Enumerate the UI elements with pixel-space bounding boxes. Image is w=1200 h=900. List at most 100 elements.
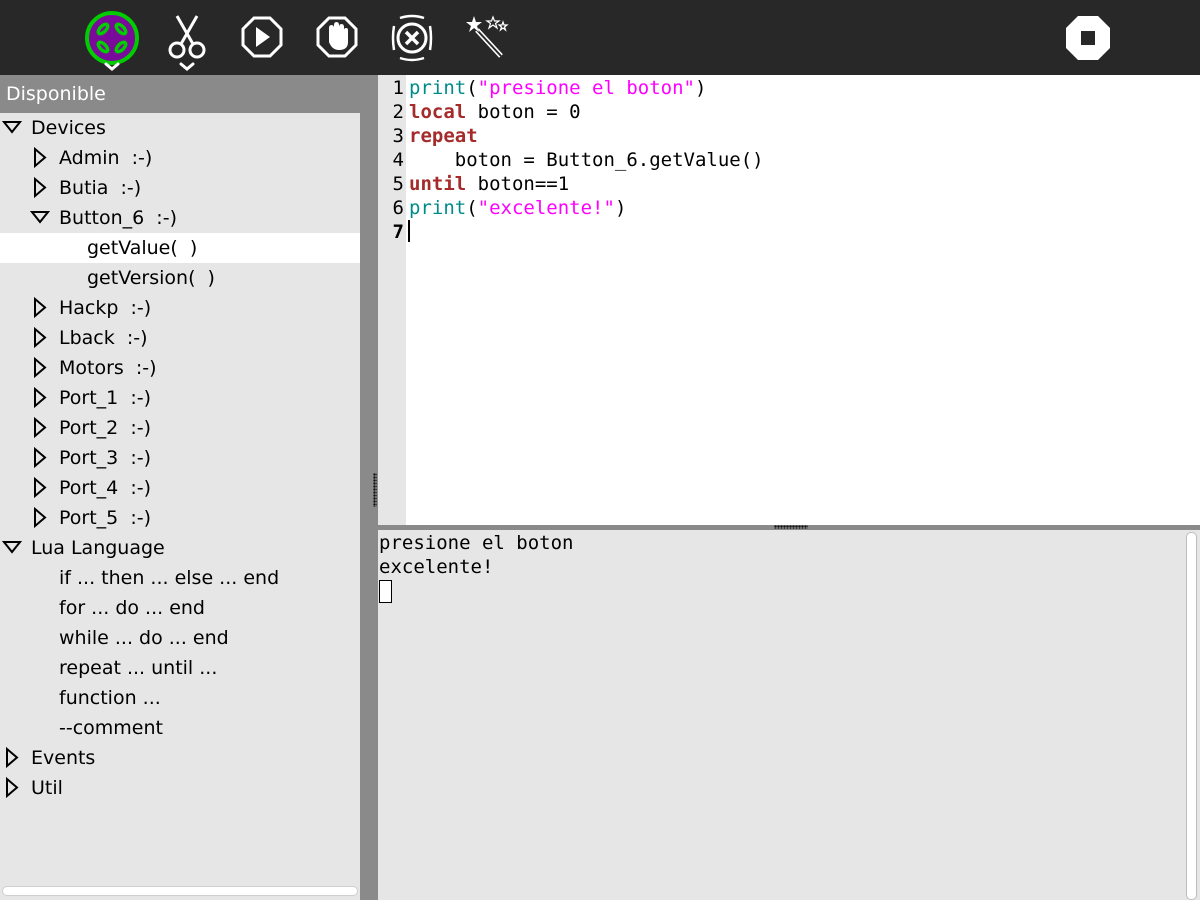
edit-button[interactable] (157, 8, 217, 71)
tree-item-label: Events (31, 747, 96, 769)
tree-item[interactable]: Port_1 :-) (0, 383, 360, 413)
tree-item-label: getVersion( ) (87, 267, 215, 289)
tree-item-label: Button_6 :-) (59, 207, 177, 229)
code-token: ( (466, 197, 478, 219)
tree-item-label: Util (31, 777, 63, 799)
tree-item[interactable]: Hackp :-) (0, 293, 360, 323)
expander-closed-icon[interactable] (30, 413, 50, 443)
expander-closed-icon[interactable] (2, 743, 22, 773)
magic-button[interactable] (457, 8, 517, 68)
stop-button[interactable] (307, 8, 367, 68)
tree-item[interactable]: Devices (0, 113, 360, 143)
clear-button[interactable] (382, 8, 442, 68)
tree-item-label: Hackp :-) (59, 297, 152, 319)
palette-tree: Devices Admin :-) Butia :-) Button_6 :-) get… (0, 113, 360, 883)
tree-item[interactable]: function ... (0, 683, 360, 713)
expander-closed-icon[interactable] (30, 293, 50, 323)
code-token: repeat (409, 125, 478, 147)
expander-closed-icon[interactable] (30, 173, 50, 203)
expander-closed-icon[interactable] (30, 503, 50, 533)
tree-item[interactable]: Motors :-) (0, 353, 360, 383)
tree-item-label: getValue( ) (87, 237, 198, 259)
tree-item[interactable]: --comment (0, 713, 360, 743)
tree-item-label: Motors :-) (59, 357, 157, 379)
tree-item-label: Lback :-) (59, 327, 148, 349)
tree-item-label: if ... then ... else ... end (59, 567, 280, 589)
tree-item[interactable]: getVersion( ) (0, 263, 360, 293)
tree-item-label: Port_4 :-) (59, 477, 152, 499)
splitter-grip (373, 473, 377, 507)
code-token: "excelente!" (477, 197, 615, 219)
scissors-icon (168, 15, 206, 71)
run-button[interactable] (232, 8, 292, 68)
tree-item-label: Admin :-) (59, 147, 153, 169)
sidebar-horizontal-scrollbar[interactable] (2, 886, 358, 896)
tree-item[interactable]: Port_5 :-) (0, 503, 360, 533)
code-line[interactable]: boton = Button_6.getValue() (409, 148, 764, 172)
sidebar: Disponible Devices Admin :-) Butia :-) Butt… (0, 75, 372, 900)
tree-item[interactable]: Port_2 :-) (0, 413, 360, 443)
tree-item[interactable]: Admin :-) (0, 143, 360, 173)
tree-item[interactable]: for ... do ... end (0, 593, 360, 623)
code-line[interactable]: print("excelente!") (409, 196, 626, 220)
tree-item[interactable]: Util (0, 773, 360, 803)
tree-item-label: --comment (59, 717, 163, 739)
tree-item[interactable]: Button_6 :-) (0, 203, 360, 233)
output-console[interactable]: presione el boton excelente! (378, 530, 1200, 900)
tree-item[interactable]: while ... do ... end (0, 623, 360, 653)
code-token: until (409, 173, 467, 195)
tree-item[interactable]: Lua Language (0, 533, 360, 563)
tree-item-label: Port_1 :-) (59, 387, 152, 409)
expander-closed-icon[interactable] (30, 473, 50, 503)
expander-open-icon[interactable] (2, 113, 22, 143)
line-number-gutter: 1234567 (378, 75, 406, 525)
line-number: 3 (392, 125, 404, 147)
code-token: ) (614, 197, 627, 219)
tree-item-label: while ... do ... end (59, 627, 229, 649)
expander-closed-icon[interactable] (30, 143, 50, 173)
tree-item-label: Port_2 :-) (59, 417, 152, 439)
code-editor[interactable]: 1234567 print("presione el boton") local … (378, 75, 1200, 525)
code-token: boton==1 (466, 173, 570, 195)
expander-open-icon[interactable] (2, 533, 22, 563)
tree-item[interactable]: Port_4 :-) (0, 473, 360, 503)
line-number: 2 (392, 101, 404, 123)
line-number: 6 (392, 197, 404, 219)
tree-item-label: Port_5 :-) (59, 507, 152, 529)
quit-button[interactable] (1058, 8, 1118, 68)
console-scrollbar[interactable] (1186, 532, 1197, 900)
console-line: excelente! (379, 556, 494, 578)
code-token: ( (466, 77, 478, 99)
code-line[interactable]: repeat (409, 124, 478, 148)
expander-closed-icon[interactable] (30, 443, 50, 473)
tree-item-label: Port_3 :-) (59, 447, 152, 469)
code-line[interactable]: print("presione el boton") (409, 76, 706, 100)
magic-wand-icon (466, 15, 509, 58)
tree-item-label: for ... do ... end (59, 597, 205, 619)
expander-open-icon[interactable] (30, 203, 50, 233)
tree-item[interactable]: Events (0, 743, 360, 773)
code-token: "presione el boton" (477, 77, 695, 99)
splitter-grip (774, 525, 808, 529)
sidebar-header: Disponible (0, 75, 360, 113)
code-token: local (409, 101, 467, 123)
butia-activity-icon (85, 11, 139, 71)
expander-closed-icon[interactable] (30, 323, 50, 353)
tree-item[interactable]: getValue( ) (0, 233, 360, 263)
expander-closed-icon[interactable] (30, 383, 50, 413)
code-line[interactable]: local boton = 0 (409, 100, 581, 124)
tree-item[interactable]: if ... then ... else ... end (0, 563, 360, 593)
activity-button[interactable] (82, 8, 142, 71)
tree-item[interactable]: Butia :-) (0, 173, 360, 203)
expander-closed-icon[interactable] (30, 353, 50, 383)
tree-item[interactable]: Port_3 :-) (0, 443, 360, 473)
code-line[interactable]: until boton==1 (409, 172, 569, 196)
code-token: ) (695, 77, 707, 99)
tree-item[interactable]: Lback :-) (0, 323, 360, 353)
line-number: 5 (392, 173, 404, 195)
toolbar (0, 0, 1200, 75)
tree-item-label: function ... (59, 687, 161, 709)
line-number: 1 (392, 77, 404, 99)
expander-closed-icon[interactable] (2, 773, 22, 803)
tree-item[interactable]: repeat ... until ... (0, 653, 360, 683)
